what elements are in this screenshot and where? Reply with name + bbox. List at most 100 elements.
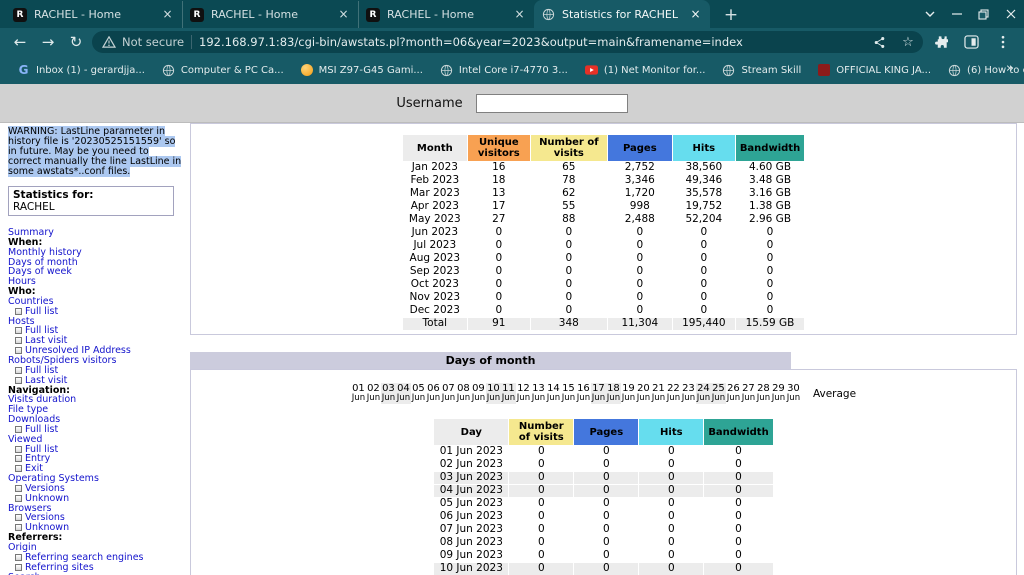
bookmark-item[interactable]: Stream Skill (715, 61, 808, 80)
column-header: Hits (639, 419, 704, 445)
table-row: 05 Jun 2023 0 0 0 0 (434, 497, 772, 510)
security-chip[interactable]: Not secure (102, 35, 184, 49)
cell: 0 (700, 304, 708, 317)
table-row: Aug 2023 0 0 0 0 0 (403, 252, 804, 265)
back-button[interactable]: ← (8, 30, 32, 54)
strip-day-month: Jun (651, 392, 666, 403)
table-row: Jan 2023 16 65 2,752 38,560 4.60 GB (403, 161, 804, 174)
cell: 0 (495, 304, 503, 317)
extensions-puzzle-icon[interactable] (927, 29, 954, 55)
strip-day-month: Jun (396, 392, 411, 403)
username-input[interactable] (475, 93, 628, 113)
cell: 1,720 (624, 187, 655, 200)
cell: 0 (700, 239, 708, 252)
cell: Nov 2023 (409, 291, 461, 304)
strip-day: 16 Jun (576, 383, 591, 404)
profile-icon[interactable] (958, 29, 985, 55)
browser-tab[interactable]: R RACHEL - Home × (6, 1, 182, 28)
cell: 09 Jun 2023 (439, 549, 503, 562)
chip-divider (191, 35, 193, 49)
bookmark-item[interactable]: MSI Z97-G45 Gami... (294, 61, 430, 79)
table-row: Sep 2023 0 0 0 0 0 (403, 265, 804, 278)
chevron-down-icon[interactable] (916, 0, 943, 28)
cell: 0 (704, 471, 773, 484)
security-chip-label: Not secure (122, 35, 185, 49)
column-header: Number of visits (509, 419, 574, 445)
tab-close-icon[interactable]: × (336, 7, 351, 22)
new-tab-button[interactable]: + (718, 2, 744, 28)
strip-day-month: Jun (486, 392, 501, 403)
bookmark-item[interactable]: OFFICIAL KING JA... (811, 61, 938, 79)
strip-day-month: Jun (726, 392, 741, 403)
tab-close-icon[interactable]: × (688, 7, 703, 22)
bookmarks-overflow-chevron[interactable]: » (1006, 61, 1014, 76)
cell: 0 (636, 252, 644, 265)
cell: 0 (602, 510, 610, 523)
total-cell: 195,440 (672, 317, 735, 330)
tab-close-icon[interactable]: × (160, 7, 175, 22)
cell: 0 (667, 536, 675, 549)
cell: 17 (492, 200, 506, 213)
cell: 0 (537, 536, 545, 549)
cell: 2,488 (624, 213, 655, 226)
browser-tab[interactable]: R RACHEL - Home × (358, 1, 534, 28)
cell: 0 (565, 239, 573, 252)
cell: 0 (735, 536, 742, 549)
browser-tab[interactable]: R RACHEL - Home × (182, 1, 358, 28)
cell: Jul 2023 (413, 239, 457, 252)
day-strip: 01 Jun 02 Jun 03 Jun 04 Jun 05 Jun 06 Jun 07 Jun 08 Jun… (191, 383, 1016, 404)
cell: 0 (667, 445, 675, 458)
awstats-sidebar: WARNING: LastLine parameter in history f… (8, 126, 184, 575)
strip-day: 15 Jun (561, 383, 576, 404)
table-row: 07 Jun 2023 0 0 0 0 (434, 523, 772, 536)
cell: 27 (492, 213, 506, 226)
list-icon (15, 514, 22, 522)
cell: 88 (562, 213, 576, 226)
strip-day: 26 Jun (726, 383, 741, 404)
strip-day-month: Jun (546, 392, 561, 403)
table-row: Dec 2023 0 0 0 0 0 (403, 304, 804, 317)
cell: 0 (766, 291, 774, 304)
cell: 4.60 GB (748, 161, 792, 174)
reload-button[interactable]: ↻ (64, 30, 88, 54)
cell: 0 (602, 549, 610, 562)
strip-day-month: Jun (441, 392, 456, 403)
forward-button[interactable]: → (36, 30, 60, 54)
cell: 0 (667, 510, 675, 523)
cell: 0 (766, 304, 774, 317)
address-bar[interactable]: Not secure 192.168.97.1:83/cgi-bin/awsta… (92, 31, 923, 53)
table-row: 06 Jun 2023 0 0 0 0 (434, 510, 772, 523)
cell: Oct 2023 (410, 278, 459, 291)
cell: 0 (766, 278, 774, 291)
bookmark-star-icon[interactable]: ☆ (897, 31, 919, 53)
bookmark-item[interactable]: G Inbox (1) - gerardjja... (10, 61, 152, 80)
bookmark-item[interactable]: Intel Core i7-4770 3... (433, 61, 575, 80)
cell: 38,560 (685, 161, 723, 174)
total-cell: 348 (530, 317, 607, 330)
cell: 0 (639, 471, 704, 484)
total-cell: Total (402, 317, 467, 330)
cell: 0 (565, 252, 573, 265)
url-text[interactable]: 192.168.97.1:83/cgi-bin/awstats.pl?month… (199, 35, 861, 49)
menu-kebab-icon[interactable] (989, 29, 1016, 55)
cell: 18 (492, 174, 506, 187)
browser-tab[interactable]: Statistics for RACHEL (2023-06) × (534, 0, 710, 28)
globe-icon (948, 64, 961, 77)
share-icon[interactable] (868, 31, 890, 53)
strip-day-month: Jun (666, 392, 681, 403)
strip-day: 27 Jun (741, 383, 756, 404)
cell: 0 (495, 291, 503, 304)
strip-day: 25 Jun (710, 383, 726, 404)
bookmark-item[interactable]: Computer & PC Ca... (155, 61, 291, 80)
column-header: Bandwidth (735, 135, 805, 161)
close-window-button[interactable] (997, 0, 1024, 28)
restore-button[interactable] (970, 0, 997, 28)
strip-day: 04 Jun (395, 383, 411, 404)
strip-day-month: Jun (756, 392, 771, 403)
strip-day-month: Jun (711, 392, 726, 403)
rachel-favicon-icon: R (190, 7, 204, 22)
strip-day: 30 Jun (786, 383, 801, 404)
bookmark-item[interactable]: (1) Net Monitor for... (578, 61, 713, 80)
tab-close-icon[interactable]: × (512, 7, 527, 22)
minimize-button[interactable] (943, 0, 970, 28)
